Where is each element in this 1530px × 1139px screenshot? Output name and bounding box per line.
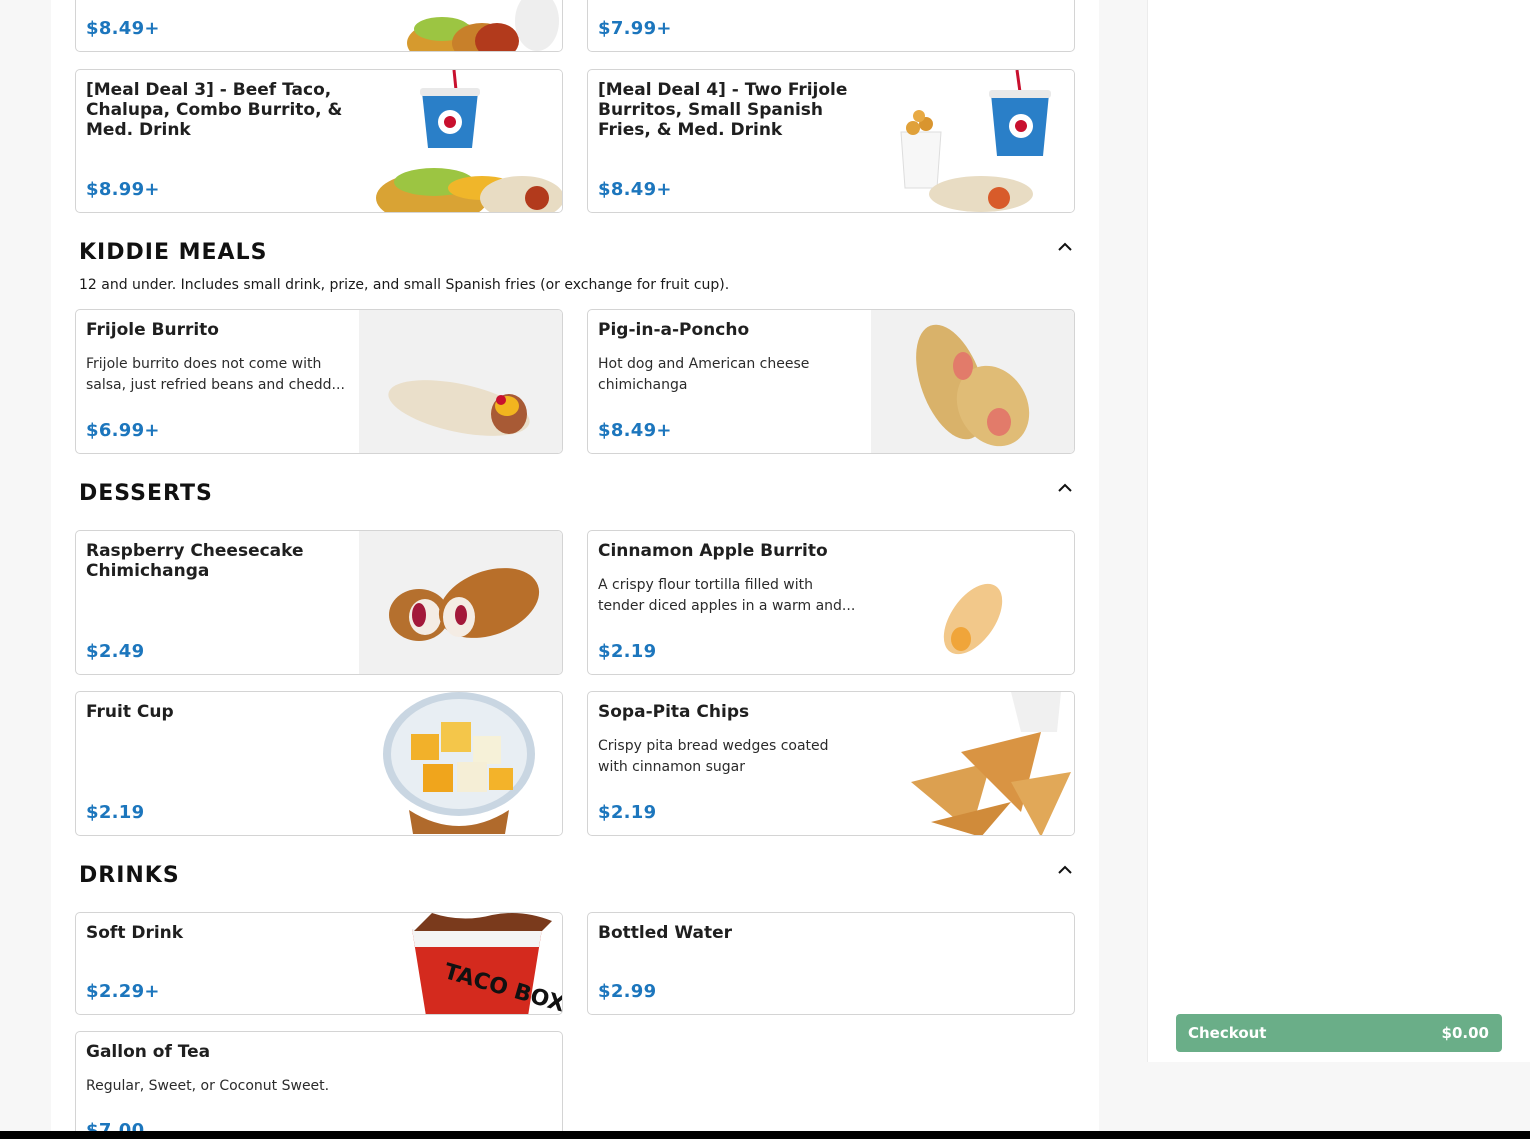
menu-item-card[interactable]: Cinnamon Apple Burrito A crispy flour to… <box>587 530 1075 675</box>
item-description: Frijole burrito does not come with salsa… <box>86 356 345 393</box>
tacos-photo <box>387 0 562 51</box>
sopa-pita-chips-photo <box>871 692 1074 835</box>
item-price: $8.49+ <box>86 18 160 39</box>
item-name: Bottled Water <box>598 923 732 943</box>
chevron-up-icon[interactable] <box>1055 860 1075 880</box>
item-name: Cinnamon Apple Burrito <box>598 541 828 561</box>
menu-item-card[interactable]: $7.99+ <box>587 0 1075 52</box>
item-price: $6.99+ <box>86 420 160 441</box>
item-price: $2.29+ <box>86 981 160 1002</box>
meal-deal-4-photo <box>871 70 1074 212</box>
bottom-bar <box>0 1131 1530 1139</box>
menu-item-card[interactable]: Sopa-Pita Chips Crispy pita bread wedges… <box>587 691 1075 836</box>
item-description: Hot dog and American cheese chimichanga <box>598 356 810 393</box>
item-price: $2.19 <box>86 802 145 823</box>
item-description: A crispy flour tortilla filled with tend… <box>598 577 856 614</box>
item-name: [Meal Deal 3] - Beef Taco, Chalupa, Comb… <box>86 80 343 140</box>
menu-column: $8.49+ $7.99+ [Meal Deal 3] - Beef Taco,… <box>51 0 1099 1139</box>
item-price: $8.49+ <box>598 179 672 200</box>
item-description: Crispy pita bread wedges coated with cin… <box>598 738 829 775</box>
item-price: $2.99 <box>598 981 657 1002</box>
menu-item-card[interactable]: Pig-in-a-Poncho Hot dog and American che… <box>587 309 1075 454</box>
menu-item-card[interactable]: [Meal Deal 4] - Two Frijole Burritos, Sm… <box>587 69 1075 213</box>
menu-item-card[interactable]: Frijole Burrito Frijole burrito does not… <box>75 309 563 454</box>
item-name: Fruit Cup <box>86 702 174 722</box>
item-name: Gallon of Tea <box>86 1042 211 1062</box>
item-name: Pig-in-a-Poncho <box>598 320 750 340</box>
cinnamon-apple-burrito-photo <box>871 531 1074 674</box>
menu-item-card[interactable]: $8.49+ <box>75 0 563 52</box>
pig-in-a-poncho-photo <box>871 310 1074 453</box>
item-price: $8.99+ <box>86 179 160 200</box>
chevron-up-icon[interactable] <box>1055 237 1075 257</box>
item-name: Soft Drink <box>86 923 184 943</box>
frijole-burrito-photo <box>359 310 562 453</box>
soft-drink-photo: TACO BOX <box>402 913 562 1014</box>
menu-item-card[interactable]: Bottled Water $2.99 <box>587 912 1075 1015</box>
item-name: Frijole Burrito <box>86 320 219 340</box>
item-name: [Meal Deal 4] - Two Frijole Burritos, Sm… <box>598 80 848 140</box>
item-price: $8.49+ <box>598 420 672 441</box>
checkout-label: Checkout <box>1188 1024 1267 1042</box>
meal-deal-3-photo <box>372 70 562 212</box>
item-price: $2.19 <box>598 641 657 662</box>
section-title-drinks: DRINKS <box>79 863 180 888</box>
item-name: Raspberry Cheesecake Chimichanga <box>86 541 304 581</box>
item-name: Sopa-Pita Chips <box>598 702 750 722</box>
item-price: $2.19 <box>598 802 657 823</box>
menu-item-card[interactable]: Gallon of Tea Regular, Sweet, or Coconut… <box>75 1031 563 1139</box>
menu-item-card[interactable]: Fruit Cup $2.19 <box>75 691 563 836</box>
menu-item-card[interactable]: Raspberry Cheesecake Chimichanga $2.49 <box>75 530 563 675</box>
section-description: 12 and under. Includes small drink, priz… <box>79 277 730 293</box>
section-title-kiddie-meals: KIDDIE MEALS <box>79 240 268 265</box>
chevron-up-icon[interactable] <box>1055 478 1075 498</box>
cart-total: $0.00 <box>1441 1024 1489 1042</box>
menu-item-card[interactable]: [Meal Deal 3] - Beef Taco, Chalupa, Comb… <box>75 69 563 213</box>
item-price: $7.99+ <box>598 18 672 39</box>
cheesecake-chimichanga-photo <box>359 531 562 674</box>
menu-item-card[interactable]: Soft Drink $2.29+ TACO BOX <box>75 912 563 1015</box>
checkout-button[interactable]: Checkout $0.00 <box>1176 1014 1502 1052</box>
item-price: $2.49 <box>86 641 145 662</box>
section-title-desserts: DESSERTS <box>79 481 213 506</box>
item-description: Regular, Sweet, or Coconut Sweet. <box>86 1078 330 1094</box>
fruit-cup-photo <box>359 692 562 835</box>
cart-panel <box>1147 0 1530 1062</box>
